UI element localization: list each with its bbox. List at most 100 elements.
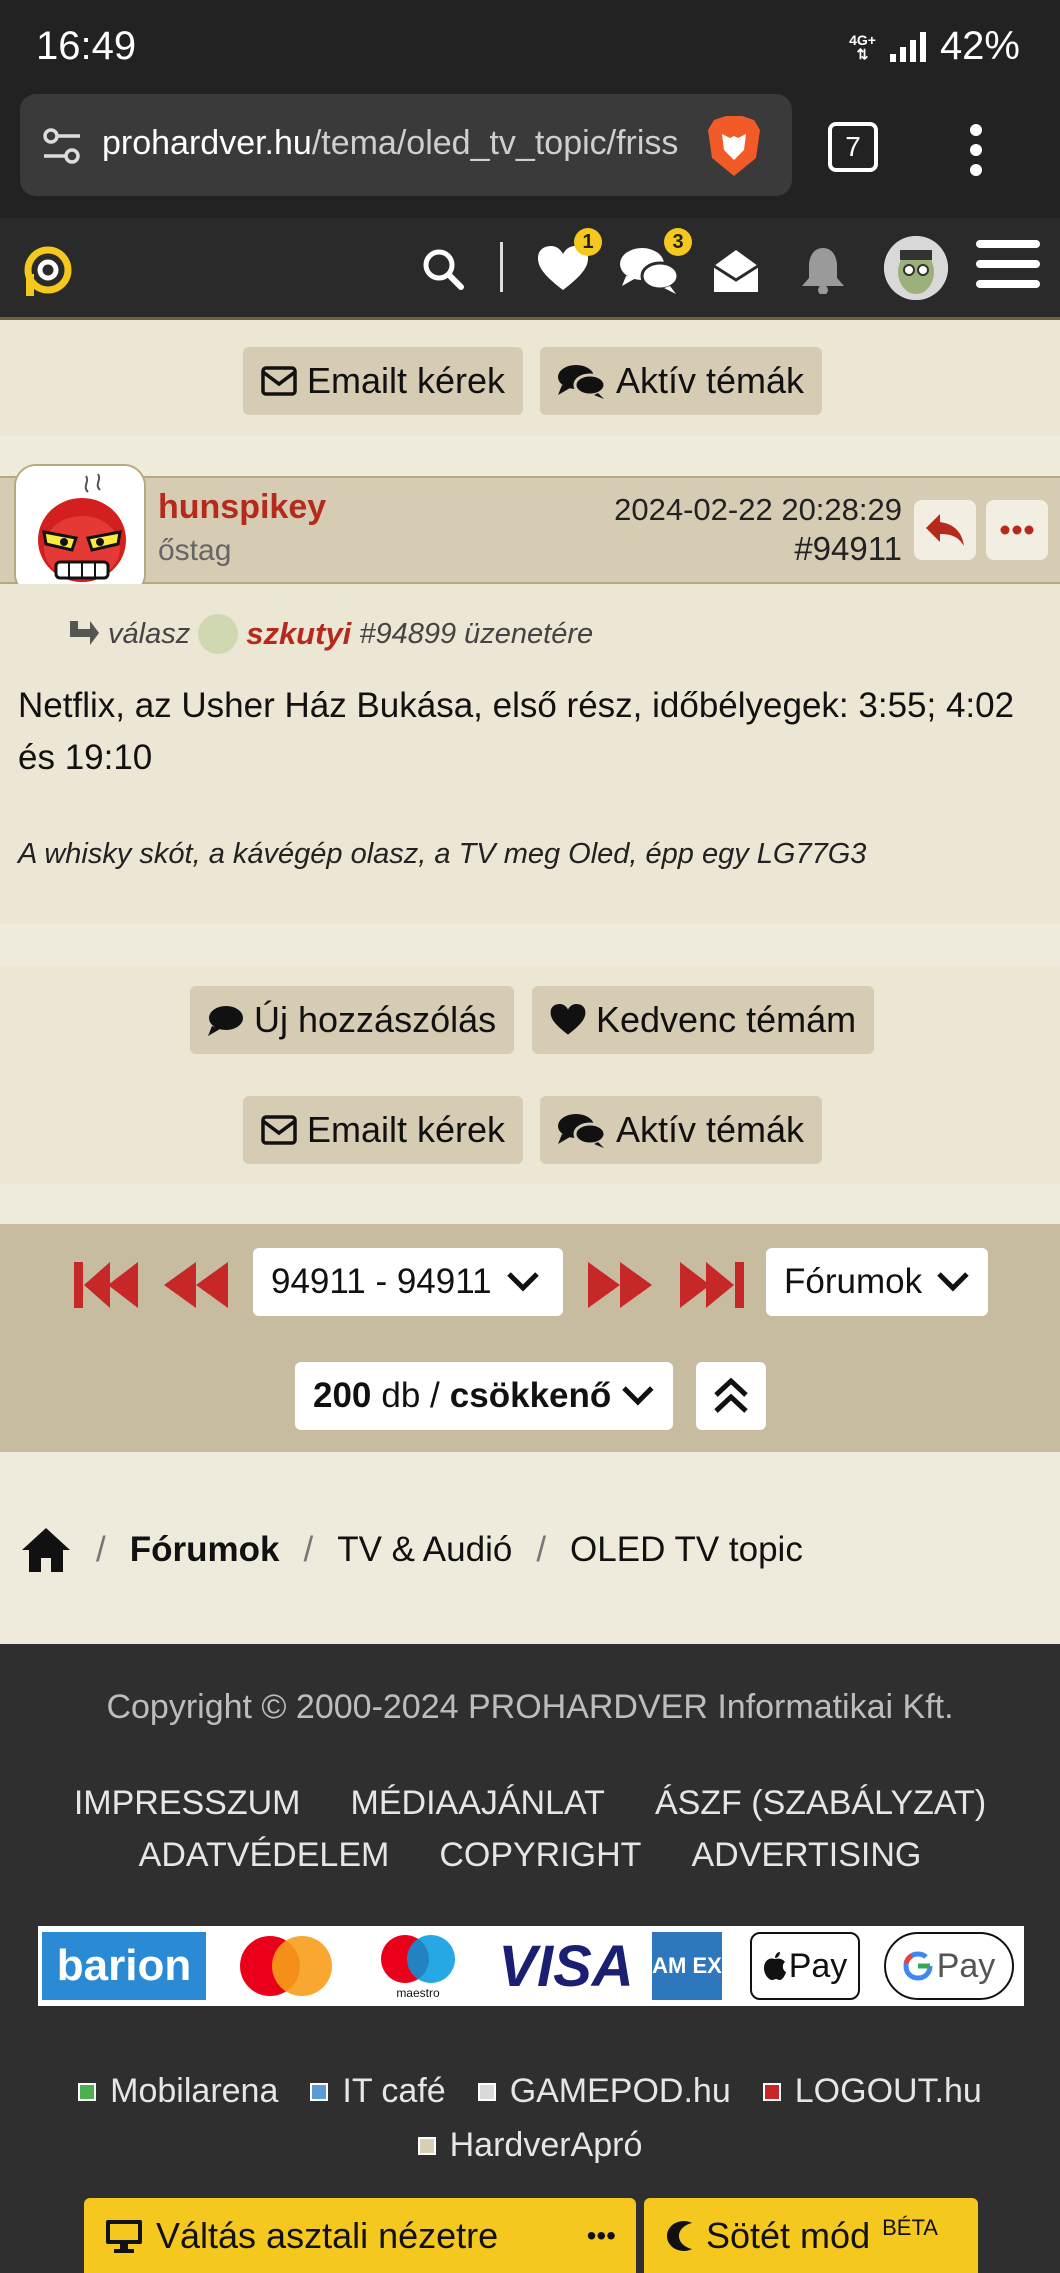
site-color-square	[417, 2136, 436, 2155]
envelope-open-icon[interactable]	[712, 246, 760, 294]
breadcrumb-category[interactable]: TV & Audió	[337, 1530, 512, 1570]
footer-link-aszf[interactable]: ÁSZF (SZABÁLYZAT)	[655, 1784, 986, 1823]
reply-button[interactable]	[914, 500, 976, 560]
chevron-down-icon	[622, 1386, 654, 1406]
post-date: 2024-02-22 20:28:29	[614, 492, 902, 527]
footer-link-copyright[interactable]: COPYRIGHT	[439, 1836, 641, 1875]
copyright: Copyright © 2000-2024 PROHARDVER Informa…	[106, 1688, 954, 1726]
visa-logo: VISA	[498, 1933, 634, 1999]
tab-switcher-button[interactable]: 7	[828, 122, 878, 172]
maestro-logo: maestro	[368, 1932, 468, 2000]
browser-toolbar: prohardver.hu/tema/oled_tv_topic/friss 7	[0, 88, 1060, 218]
bell-icon[interactable]	[800, 246, 846, 294]
browser-menu-icon[interactable]	[968, 124, 984, 184]
barion-logo: barion	[42, 1932, 206, 2000]
favorites-button[interactable]: 1	[538, 228, 602, 297]
post-signature: A whisky skót, a kávégép olasz, a TV meg…	[18, 838, 867, 870]
email-subscribe-button-top[interactable]: Emailt kérek	[243, 347, 524, 415]
reply-reference: válasz szkutyi #94899 üzenetére	[66, 614, 593, 654]
envelope-icon	[261, 1115, 297, 1145]
desktop-view-button[interactable]: Váltás asztali nézetre •••	[84, 2198, 636, 2273]
search-icon[interactable]	[420, 246, 466, 292]
site-link-hardverapro[interactable]: HardverApró	[417, 2126, 642, 2165]
last-page-icon[interactable]	[678, 1260, 744, 1310]
favorite-topic-button[interactable]: Kedvenc témám	[532, 986, 875, 1054]
desktop-icon	[106, 2219, 142, 2253]
footer-link-impresszum[interactable]: IMPRESSZUM	[74, 1784, 301, 1823]
email-subscribe-button-bottom[interactable]: Emailt kérek	[243, 1096, 524, 1164]
site-color-square	[310, 2082, 329, 2101]
site-link-mobilarena[interactable]: Mobilarena	[78, 2072, 278, 2111]
footer-link-adatvedelem[interactable]: ADATVÉDELEM	[139, 1836, 390, 1875]
user-avatar[interactable]	[884, 236, 948, 300]
moon-icon	[667, 2220, 692, 2251]
next-page-icon[interactable]	[586, 1260, 652, 1310]
breadcrumb-forums[interactable]: Fórumok	[130, 1530, 280, 1570]
google-pay-logo: Pay	[884, 1932, 1014, 2000]
header-divider	[500, 242, 503, 292]
amex-logo: AM EX	[652, 1932, 722, 2000]
reply-user-avatar	[198, 614, 239, 654]
messages-button[interactable]: 3	[620, 228, 692, 299]
new-post-button[interactable]: Új hozzászólás	[190, 986, 515, 1054]
footer-links-row-1: IMPRESSZUM MÉDIAAJÁNLAT ÁSZF (SZABÁLYZAT…	[0, 1784, 1060, 1823]
footer-link-mediaajanlat[interactable]: MÉDIAAJÁNLAT	[351, 1784, 605, 1823]
network-icon: 4G+ ⇅	[849, 31, 876, 62]
active-topics-button-bottom[interactable]: Aktív témák	[540, 1096, 823, 1164]
payment-logos: barion maestro VISA AM EX Pay Pay	[38, 1926, 1024, 2006]
battery-level: 42%	[939, 24, 1020, 68]
post-text: Netflix, az Usher Ház Bukása, első rész,…	[18, 686, 1015, 777]
reply-to-post[interactable]: #94899 üzenetére	[359, 618, 593, 651]
first-page-icon[interactable]	[74, 1260, 140, 1310]
site-link-gamepod[interactable]: GAMEPOD.hu	[477, 2072, 731, 2111]
comments-icon	[558, 365, 606, 399]
status-indicators: 4G+ ⇅ 42%	[849, 24, 1020, 69]
breadcrumb: / Fórumok / TV & Audió / OLED TV topic	[20, 1522, 803, 1578]
reply-to-user[interactable]: szkutyi	[246, 616, 351, 652]
chevron-down-icon	[937, 1272, 969, 1292]
menu-icon[interactable]	[976, 240, 1040, 300]
brave-shield-icon[interactable]	[704, 114, 764, 178]
apple-pay-logo: Pay	[750, 1932, 860, 2000]
footer-link-advertising[interactable]: ADVERTISING	[691, 1836, 921, 1875]
envelope-icon	[261, 366, 297, 396]
reply-arrow-icon	[70, 621, 99, 645]
mastercard-logo	[240, 1936, 332, 1996]
double-chevron-up-icon	[714, 1377, 748, 1413]
site-color-square	[477, 2082, 496, 2101]
messages-badge: 3	[664, 228, 692, 256]
page-range-select[interactable]: 94911 - 94911	[253, 1248, 563, 1316]
status-time: 16:49	[36, 24, 137, 68]
comments-icon	[558, 1114, 606, 1148]
partner-sites-row-1: Mobilarena IT café GAMEPOD.hu LOGOUT.hu	[0, 2072, 1060, 2111]
footer-links-row-2: ADATVÉDELEM COPYRIGHT ADVERTISING	[0, 1836, 1060, 1875]
post-author-avatar[interactable]	[14, 464, 146, 596]
post-more-button[interactable]	[986, 500, 1048, 560]
more-dots-icon[interactable]: •••	[587, 2220, 616, 2252]
prohardver-logo[interactable]	[20, 244, 76, 300]
footer: Copyright © 2000-2024 PROHARDVER Informa…	[0, 1644, 1060, 2273]
active-topics-button-top[interactable]: Aktív témák	[540, 347, 823, 415]
home-icon[interactable]	[20, 1526, 72, 1574]
site-header: 1 3	[0, 218, 1060, 320]
scroll-top-button[interactable]	[696, 1362, 766, 1430]
site-settings-icon[interactable]	[42, 126, 82, 166]
breadcrumb-topic[interactable]: OLED TV topic	[570, 1530, 803, 1570]
previous-page-icon[interactable]	[164, 1260, 230, 1310]
site-link-logout[interactable]: LOGOUT.hu	[762, 2072, 982, 2111]
favorites-badge: 1	[574, 228, 602, 256]
top-actions-band	[0, 320, 1060, 436]
page-size-order-select[interactable]: 200 db / csökkenő	[295, 1362, 673, 1430]
heart-icon	[550, 1004, 586, 1035]
post-author[interactable]: hunspikey	[158, 488, 326, 527]
site-link-itcafe[interactable]: IT café	[310, 2072, 446, 2111]
dark-mode-button[interactable]: Sötét mód BÉTA	[644, 2198, 978, 2273]
post-number[interactable]: #94911	[794, 530, 902, 568]
forum-select[interactable]: Fórumok	[766, 1248, 988, 1316]
post-author-rank: őstag	[158, 534, 232, 567]
address-bar[interactable]: prohardver.hu/tema/oled_tv_topic/friss	[20, 94, 792, 196]
site-color-square	[78, 2082, 97, 2101]
url-text[interactable]: prohardver.hu/tema/oled_tv_topic/friss	[102, 124, 694, 163]
signal-icon	[889, 31, 926, 62]
reply-icon	[926, 514, 964, 546]
